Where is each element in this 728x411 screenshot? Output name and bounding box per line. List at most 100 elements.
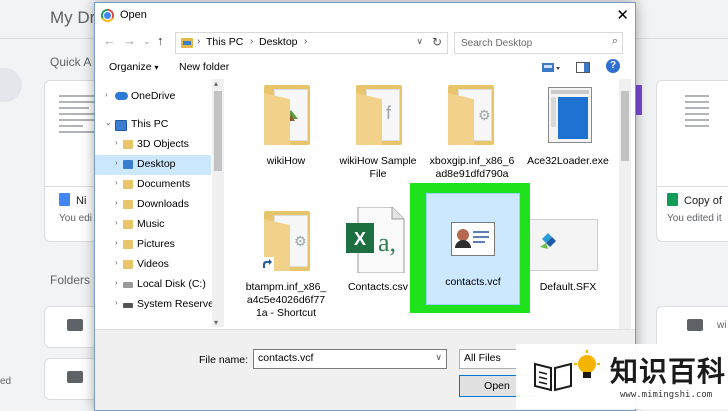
expand-icon[interactable]: ›: [105, 90, 108, 99]
nav-item-label: Downloads: [137, 198, 189, 210]
desktop-icon: [123, 160, 133, 169]
svg-text:X: X: [354, 229, 366, 249]
forward-arrow-icon[interactable]: →: [123, 33, 136, 48]
search-icon[interactable]: ⌕: [612, 35, 618, 48]
edge-text: ed: [0, 376, 12, 387]
chevron-right-icon[interactable]: ›: [250, 36, 253, 47]
file-item-wikihow[interactable]: wikiHow: [240, 79, 332, 189]
cube-icon: [123, 140, 133, 149]
nav-item-documents[interactable]: › Documents: [95, 175, 211, 195]
organize-button[interactable]: Organize ▾: [109, 61, 159, 73]
nav-item-system-reserved[interactable]: › System Reserved: [95, 295, 220, 315]
folder-icon: [264, 85, 310, 145]
file-item-btampm-shortcut[interactable]: ⚙ btampm.inf_x86_a4c5e4026d6f771a - Shor…: [240, 205, 332, 329]
videos-icon: [123, 260, 133, 269]
scroll-down-icon[interactable]: ▾: [214, 318, 218, 327]
nav-item-onedrive[interactable]: › OneDrive: [95, 87, 211, 107]
chevron-down-icon[interactable]: ∨: [416, 36, 423, 47]
nav-item-pictures[interactable]: › Pictures: [95, 235, 211, 255]
folder-tile-2[interactable]: [44, 358, 98, 400]
nav-item-downloads[interactable]: › Downloads: [95, 195, 211, 215]
expand-icon[interactable]: ›: [115, 298, 118, 307]
nav-item-videos[interactable]: › Videos: [95, 255, 211, 275]
view-options-icon[interactable]: [542, 61, 562, 79]
file-scrollbar[interactable]: [619, 79, 631, 329]
nav-item-label: Local Disk (C:): [137, 278, 206, 290]
shared-folder-icon: [687, 319, 703, 331]
chevron-right-icon[interactable]: ›: [304, 36, 307, 47]
expand-icon[interactable]: ›: [115, 238, 118, 247]
scroll-up-icon[interactable]: ▴: [214, 79, 218, 88]
recent-dropdown-icon[interactable]: ⌄: [143, 36, 151, 47]
file-label: Ace32Loader.exe: [527, 155, 609, 167]
breadcrumb-this-pc[interactable]: This PC: [206, 36, 243, 48]
expand-icon[interactable]: ›: [115, 138, 118, 147]
expand-icon[interactable]: ›: [115, 258, 118, 267]
expand-icon[interactable]: ›: [115, 198, 118, 207]
expand-icon[interactable]: ›: [115, 178, 118, 187]
file-item-contacts-vcf[interactable]: contacts.vcf: [426, 193, 520, 305]
folder-tile-3[interactable]: wi: [656, 306, 728, 348]
up-arrow-icon[interactable]: ↑: [157, 33, 164, 48]
nav-item-label: OneDrive: [131, 90, 176, 102]
watermark-url: www.mimingshi.com: [620, 390, 713, 400]
watermark-text: 知识百科: [610, 355, 727, 388]
nav-item-local-disk[interactable]: › Local Disk (C:): [95, 275, 211, 295]
chevron-down-icon: ▾: [154, 63, 159, 72]
file-item-xboxgip[interactable]: ⚙ xboxgip.inf_x86_6ad8e91dfd790a: [424, 79, 520, 189]
nav-item-3d-objects[interactable]: › 3D Objects: [95, 135, 211, 155]
file-name-label: File name:: [199, 354, 249, 366]
pictures-icon: [123, 240, 133, 249]
help-icon[interactable]: ?: [606, 59, 620, 73]
nav-item-this-pc[interactable]: ⌄ This PC: [95, 115, 211, 135]
chevron-down-icon[interactable]: ∨: [435, 352, 442, 363]
file-item-ace32loader[interactable]: Ace32Loader.exe: [518, 79, 618, 189]
search-input[interactable]: [455, 34, 607, 53]
address-bar[interactable]: › This PC › Desktop › ∨ ↻: [175, 32, 448, 54]
nav-item-label: 3D Objects: [137, 138, 189, 150]
drive-icon: [123, 303, 133, 308]
preview-pane-icon[interactable]: [576, 61, 590, 79]
close-icon[interactable]: ✕: [616, 6, 629, 24]
quick-access-card-2[interactable]: Copy of You edited it: [656, 80, 728, 242]
lightbulb-icon: [574, 350, 600, 378]
nav-item-label: This PC: [131, 118, 169, 130]
breadcrumb-desktop[interactable]: Desktop: [259, 36, 298, 48]
nav-item-label: Documents: [137, 178, 191, 190]
navigation-pane: › OneDrive ⌄ This PC › 3D Objects › Desk…: [95, 79, 225, 327]
dialog-titlebar[interactable]: Open ✕: [95, 3, 635, 29]
collapse-icon[interactable]: ⌄: [105, 118, 112, 127]
expand-icon[interactable]: ›: [115, 218, 118, 227]
file-item-wikihow-sample[interactable]: f wikiHow Sample File: [332, 79, 424, 189]
expand-icon[interactable]: ›: [115, 278, 118, 287]
nav-item-desktop[interactable]: › Desktop: [95, 155, 211, 175]
scroll-thumb[interactable]: [621, 91, 629, 161]
back-arrow-icon[interactable]: ←: [103, 33, 116, 48]
book-lightbulb-icon: [534, 362, 572, 392]
nav-item-label: System Reserved: [137, 298, 220, 310]
folder-icon: f: [356, 85, 402, 145]
cloud-icon: [115, 92, 128, 100]
file-label: wikiHow: [266, 155, 306, 167]
scroll-thumb[interactable]: [214, 91, 222, 171]
card-name: Ni: [76, 195, 87, 207]
file-type-value: All Files: [464, 352, 501, 364]
file-item-default-sfx[interactable]: Default.SFX: [518, 205, 618, 315]
file-name-field[interactable]: contacts.vcf ∨: [253, 349, 447, 369]
downloads-icon: [123, 200, 133, 209]
expand-icon[interactable]: ›: [115, 158, 118, 167]
quick-access-card-1[interactable]: Ni You edi: [44, 80, 98, 242]
shared-folder-icon: [67, 319, 83, 331]
nav-item-label: Pictures: [137, 238, 175, 250]
svg-text:a,: a,: [378, 228, 396, 257]
new-button-fragment[interactable]: [0, 68, 22, 102]
search-box[interactable]: ⌕: [454, 32, 623, 54]
pc-folder-icon: [181, 38, 193, 48]
nav-item-music[interactable]: › Music: [95, 215, 211, 235]
folder-tile-1[interactable]: [44, 306, 98, 348]
new-folder-button[interactable]: New folder: [179, 61, 229, 73]
refresh-icon[interactable]: ↻: [432, 35, 442, 49]
nav-scrollbar[interactable]: ▴ ▾: [212, 79, 224, 327]
chevron-right-icon[interactable]: ›: [197, 36, 200, 47]
file-label: contacts.vcf: [445, 276, 501, 288]
